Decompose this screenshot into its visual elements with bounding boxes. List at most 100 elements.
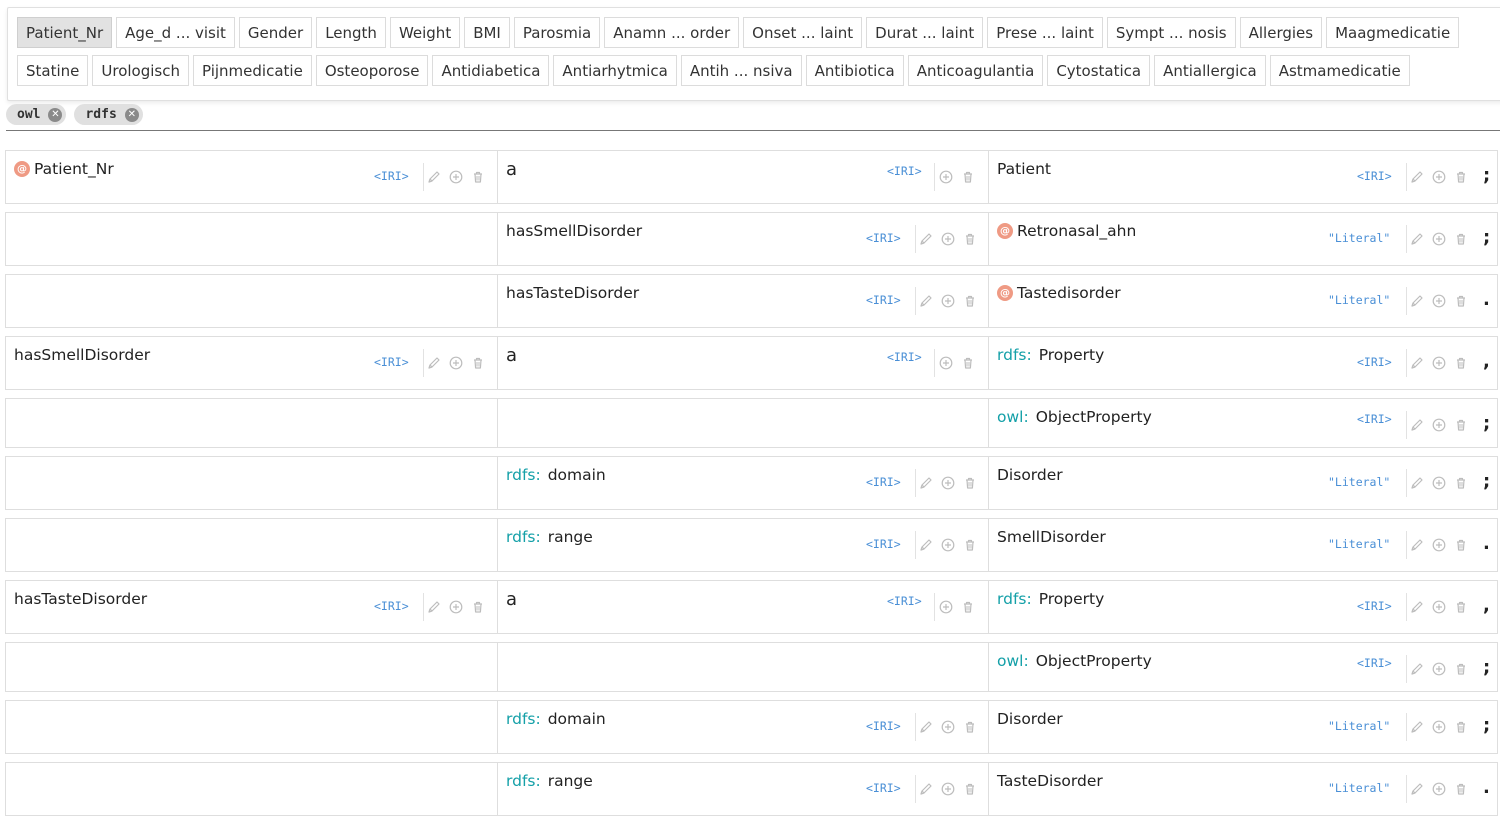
plus-circle-icon[interactable]: [1432, 476, 1446, 490]
pencil-icon[interactable]: [919, 232, 933, 246]
iri-type-tag[interactable]: <IRI>: [887, 594, 922, 608]
literal-type-tag[interactable]: "Literal": [1328, 231, 1390, 245]
predicate-value[interactable]: a: [506, 589, 517, 610]
iri-type-tag[interactable]: <IRI>: [866, 719, 901, 733]
plus-circle-icon[interactable]: [1432, 170, 1446, 184]
column-button[interactable]: BMI: [464, 17, 510, 48]
trash-icon[interactable]: [1454, 538, 1468, 552]
trash-icon[interactable]: [961, 170, 975, 184]
trash-icon[interactable]: [471, 356, 485, 370]
iri-type-tag[interactable]: <IRI>: [887, 350, 922, 364]
trash-icon[interactable]: [963, 720, 977, 734]
iri-type-tag[interactable]: <IRI>: [866, 781, 901, 795]
trash-icon[interactable]: [1454, 232, 1468, 246]
trash-icon[interactable]: [1454, 662, 1468, 676]
pencil-icon[interactable]: [1410, 232, 1424, 246]
literal-type-tag[interactable]: "Literal": [1328, 719, 1390, 733]
object-value[interactable]: Disorder: [997, 466, 1063, 484]
column-button[interactable]: Urologisch: [92, 55, 189, 86]
predicate-value[interactable]: a: [506, 345, 517, 366]
prefix-chip[interactable]: owl ✕: [6, 104, 67, 125]
trash-icon[interactable]: [963, 782, 977, 796]
column-button[interactable]: Age_d ... visit: [116, 17, 235, 48]
column-button[interactable]: Weight: [389, 17, 461, 48]
plus-circle-icon[interactable]: [1432, 662, 1446, 676]
plus-circle-icon[interactable]: [941, 232, 955, 246]
column-button[interactable]: Onset ... laint: [743, 17, 863, 48]
column-button[interactable]: Allergies: [1239, 17, 1323, 48]
pencil-icon[interactable]: [919, 538, 933, 552]
plus-circle-icon[interactable]: [1432, 356, 1446, 370]
pencil-icon[interactable]: [427, 170, 441, 184]
subject-value[interactable]: hasSmellDisorder: [14, 346, 150, 364]
column-button[interactable]: Antidiabetica: [432, 55, 550, 86]
column-button[interactable]: Length: [316, 17, 386, 48]
plus-circle-icon[interactable]: [941, 720, 955, 734]
column-button[interactable]: Sympt ... nosis: [1106, 17, 1236, 48]
plus-circle-icon[interactable]: [939, 170, 953, 184]
trash-icon[interactable]: [471, 600, 485, 614]
trash-icon[interactable]: [1454, 170, 1468, 184]
literal-type-tag[interactable]: "Literal": [1328, 537, 1390, 551]
predicate-value[interactable]: rdfs: range: [506, 772, 593, 790]
trash-icon[interactable]: [1454, 600, 1468, 614]
column-button[interactable]: Durat ... laint: [866, 17, 984, 48]
column-button[interactable]: Cytostatica: [1047, 55, 1151, 86]
literal-type-tag[interactable]: "Literal": [1328, 781, 1390, 795]
iri-type-tag[interactable]: <IRI>: [1357, 169, 1392, 183]
column-button[interactable]: Antiarhytmica: [553, 55, 677, 86]
predicate-value[interactable]: hasTasteDisorder: [506, 284, 639, 302]
close-icon[interactable]: ✕: [124, 107, 139, 122]
pencil-icon[interactable]: [919, 294, 933, 308]
pencil-icon[interactable]: [1410, 662, 1424, 676]
column-button[interactable]: Maagmedicatie: [1326, 17, 1460, 48]
iri-type-tag[interactable]: <IRI>: [887, 164, 922, 178]
iri-type-tag[interactable]: <IRI>: [374, 599, 409, 613]
plus-circle-icon[interactable]: [1432, 294, 1446, 308]
trash-icon[interactable]: [471, 170, 485, 184]
plus-circle-icon[interactable]: [941, 476, 955, 490]
column-button[interactable]: Patient_Nr: [17, 17, 113, 48]
subject-value[interactable]: @ Patient_Nr: [14, 160, 114, 178]
column-button[interactable]: Antih ... nsiva: [680, 55, 802, 86]
object-value[interactable]: Disorder: [997, 710, 1063, 728]
predicate-value[interactable]: rdfs: domain: [506, 710, 606, 728]
literal-type-tag[interactable]: "Literal": [1328, 293, 1390, 307]
trash-icon[interactable]: [1454, 720, 1468, 734]
plus-circle-icon[interactable]: [1432, 782, 1446, 796]
literal-type-tag[interactable]: "Literal": [1328, 475, 1390, 489]
plus-circle-icon[interactable]: [1432, 720, 1446, 734]
object-value[interactable]: @ Tastedisorder: [997, 284, 1121, 302]
trash-icon[interactable]: [1454, 782, 1468, 796]
plus-circle-icon[interactable]: [1432, 600, 1446, 614]
plus-circle-icon[interactable]: [1432, 538, 1446, 552]
plus-circle-icon[interactable]: [1432, 232, 1446, 246]
iri-type-tag[interactable]: <IRI>: [866, 475, 901, 489]
iri-type-tag[interactable]: <IRI>: [1357, 412, 1392, 426]
column-button[interactable]: Anamn ... order: [604, 17, 740, 48]
object-value[interactable]: @ Retronasal_ahn: [997, 222, 1136, 240]
pencil-icon[interactable]: [427, 600, 441, 614]
trash-icon[interactable]: [1454, 476, 1468, 490]
plus-circle-icon[interactable]: [449, 600, 463, 614]
column-button[interactable]: Anticoagulantia: [907, 55, 1044, 86]
iri-type-tag[interactable]: <IRI>: [866, 231, 901, 245]
trash-icon[interactable]: [963, 538, 977, 552]
object-value[interactable]: Patient: [997, 160, 1051, 178]
column-button[interactable]: Astmamedicatie: [1269, 55, 1410, 86]
pencil-icon[interactable]: [1410, 356, 1424, 370]
trash-icon[interactable]: [963, 476, 977, 490]
column-button[interactable]: Antiallergica: [1154, 55, 1266, 86]
pencil-icon[interactable]: [427, 356, 441, 370]
iri-type-tag[interactable]: <IRI>: [1357, 355, 1392, 369]
column-button[interactable]: Antibiotica: [805, 55, 904, 86]
pencil-icon[interactable]: [1410, 170, 1424, 184]
iri-type-tag[interactable]: <IRI>: [866, 293, 901, 307]
column-button[interactable]: Gender: [238, 17, 313, 48]
subject-value[interactable]: hasTasteDisorder: [14, 590, 147, 608]
iri-type-tag[interactable]: <IRI>: [374, 355, 409, 369]
pencil-icon[interactable]: [1410, 600, 1424, 614]
trash-icon[interactable]: [963, 294, 977, 308]
pencil-icon[interactable]: [1410, 782, 1424, 796]
plus-circle-icon[interactable]: [449, 356, 463, 370]
